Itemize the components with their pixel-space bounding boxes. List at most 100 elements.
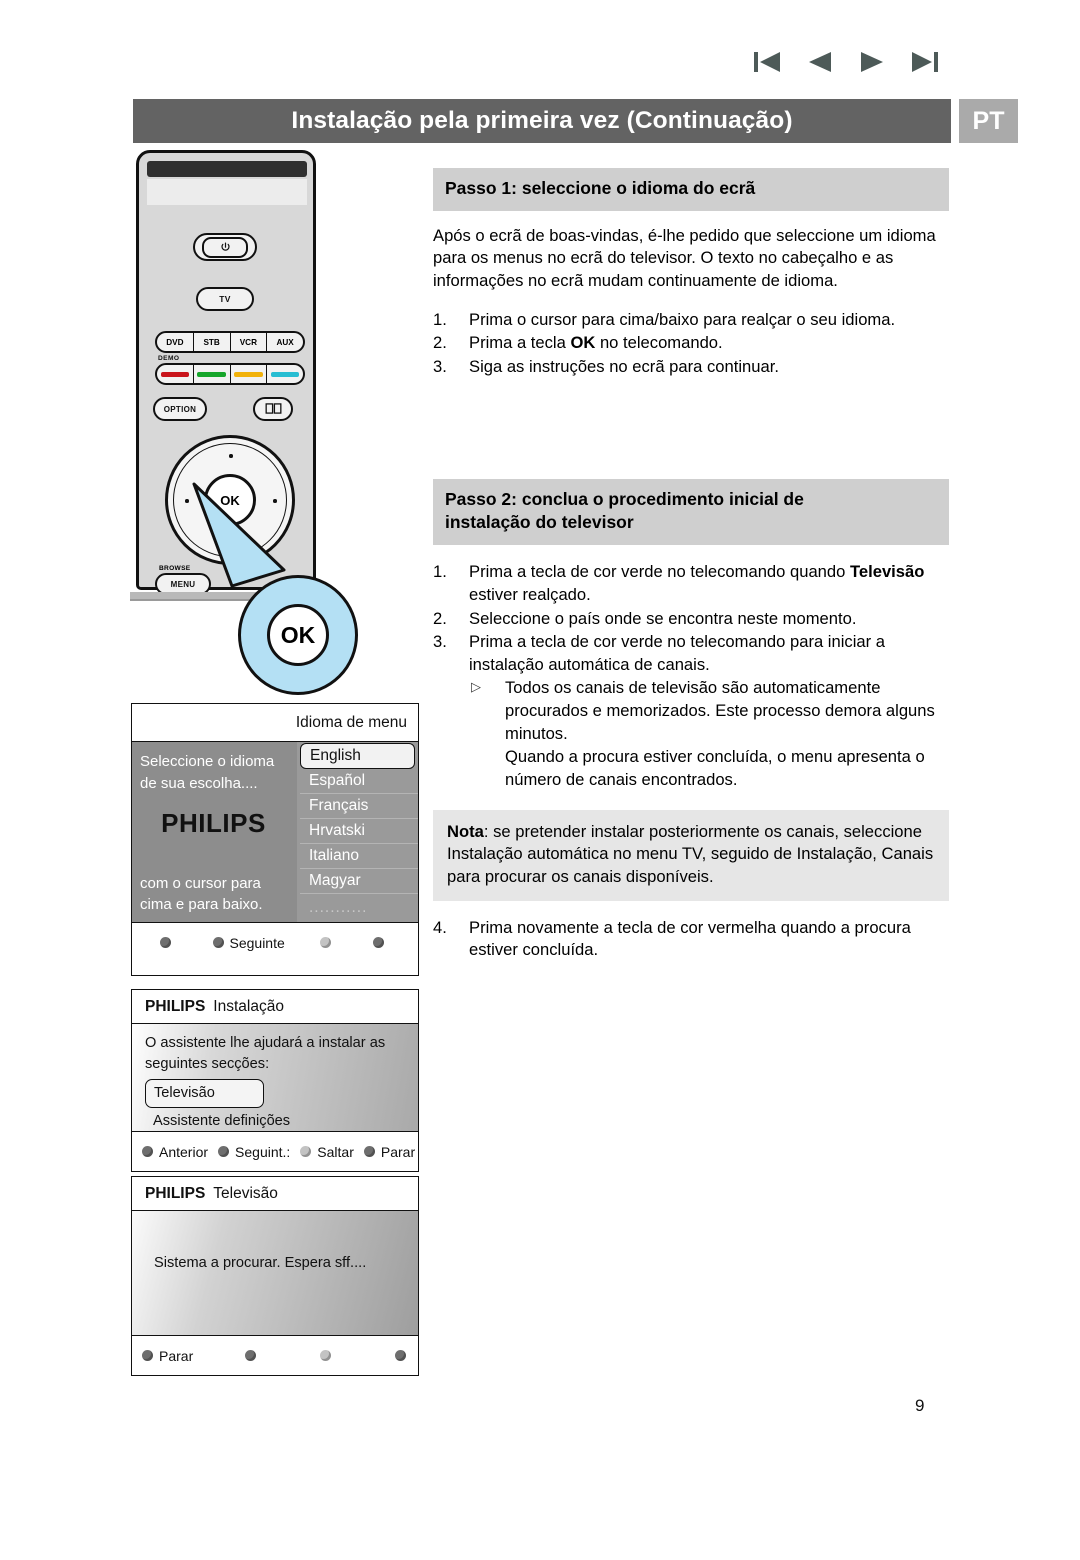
step1-item-3: 3. Siga as instruções no ecrã para conti… (433, 356, 949, 379)
blue-key-dot-icon (395, 1350, 407, 1361)
language-badge-label: PT (972, 106, 1005, 135)
step1-item-2: 2. Prima a tecla OK no telecomando. (433, 332, 949, 355)
tv1-title-bar: Idioma de menu (132, 704, 418, 742)
red-key-dot-icon (142, 1350, 153, 1361)
cyan-color-key[interactable] (267, 365, 303, 383)
step1-paragraph: Após o ecrã de boas-vindas, é-lhe pedido… (433, 225, 936, 291)
remote-ir-window (147, 161, 307, 177)
ok-callout-label: OK (280, 621, 316, 648)
tv3-body: Sistema a procurar. Espera sff.... (132, 1211, 418, 1335)
step2-heading-line2: instalação do televisor (445, 512, 634, 533)
last-page-icon[interactable] (906, 47, 944, 77)
step2-item-4-text: Prima novamente a tecla de cor vermelha … (469, 917, 911, 960)
tv-source-label: TV (219, 294, 231, 304)
tv2-item-assistente[interactable]: Assistente definições (145, 1111, 418, 1132)
step1-item-2-bold: OK (570, 333, 596, 353)
tv1-footer-item-2[interactable]: Seguinte (212, 934, 285, 951)
step2-item-4: 4. Prima novamente a tecla de cor vermel… (433, 917, 949, 962)
vcr-button[interactable]: VCR (231, 333, 268, 351)
tv2-footer-label-2: Seguint.: (235, 1143, 291, 1160)
tv2-brand: PHILIPS (145, 997, 206, 1015)
language-option-english[interactable]: English (300, 743, 415, 769)
note-label: Nota (447, 821, 484, 841)
option-button[interactable]: OPTION (153, 397, 207, 421)
cursor-up-dot[interactable] (229, 454, 233, 458)
red-key-dot-icon (159, 937, 171, 948)
tv2-body-line2: seguintes secções: (145, 1056, 270, 1073)
language-option-italiano[interactable]: Italiano (300, 844, 418, 869)
step2-list: 1. Prima a tecla de cor verde no telecom… (433, 561, 949, 791)
step1-item-2-post: no telecomando. (595, 333, 723, 353)
step2-item-2-text: Seleccione o país onde se encontra neste… (469, 608, 857, 628)
tv1-footer-item-4[interactable] (373, 937, 390, 948)
yellow-color-key[interactable] (231, 365, 268, 383)
tv3-footer-item-3[interactable] (320, 1350, 337, 1361)
tv2-title-bar: PHILIPS Instalação (132, 990, 418, 1024)
stb-button[interactable]: STB (194, 333, 231, 351)
demo-label: DEMO (158, 355, 180, 362)
language-option-espanol[interactable]: Español (300, 769, 418, 794)
tv1-instruction-bottom: com o cursor para cima e para baixo. (140, 873, 263, 917)
step1-item-1-number: 1. (433, 309, 447, 329)
power-button[interactable] (193, 233, 257, 261)
tv2-footer: Anterior Seguint.: Saltar Parar (132, 1131, 418, 1171)
tv3-brand: PHILIPS (145, 1184, 206, 1202)
language-option-hrvatski[interactable]: Hrvatski (300, 819, 418, 844)
first-page-icon[interactable] (748, 47, 786, 77)
previous-page-icon[interactable] (801, 47, 839, 77)
remote-display (147, 179, 307, 205)
blue-key-dot-icon (363, 1146, 375, 1157)
language-option-more[interactable]: ........... (300, 894, 418, 919)
step2-item-2-number: 2. (433, 608, 447, 628)
instructions-column: Passo 1: seleccione o idioma do ecrã Apó… (433, 168, 949, 963)
tv2-footer-item-seguinte[interactable]: Seguint.: (218, 1144, 290, 1160)
tv-source-button[interactable]: TV (196, 287, 254, 311)
page-title: Instalação pela primeira vez (Continuaçã… (291, 107, 793, 134)
step1-item-2-pre: Prima a tecla (469, 333, 571, 353)
step1-item-3-text: Siga as instruções no ecrã para continua… (469, 357, 779, 376)
tv1-instruction-line4: cima e para baixo. (140, 896, 263, 914)
tv3-footer-item-2[interactable] (245, 1350, 262, 1361)
green-key-dot-icon (245, 1350, 257, 1361)
tv2-footer-label-3: Saltar (317, 1143, 354, 1160)
tv1-instruction-line2: de sua escolha.... (140, 774, 258, 792)
dvd-button[interactable]: DVD (157, 333, 194, 351)
tv2-selected-item-televisao[interactable]: Televisão (145, 1079, 264, 1109)
step1-item-1-text: Prima o cursor para cima/baixo para real… (469, 309, 896, 329)
tv2-footer-item-anterior[interactable]: Anterior (142, 1144, 208, 1160)
note-box: Nota: se pretender instalar posteriormen… (433, 809, 949, 901)
step1-item-3-number: 3. (433, 357, 447, 376)
tv3-footer-item-parar[interactable]: Parar (142, 1348, 193, 1364)
next-page-icon[interactable] (853, 47, 891, 77)
tv1-title: Idioma de menu (295, 713, 407, 731)
source-button-row: DVD STB VCR AUX (155, 331, 305, 353)
tv2-body: O assistente lhe ajudará a instalar as s… (132, 1024, 418, 1131)
tv1-footer-item-1[interactable] (159, 937, 177, 948)
tv2-footer-item-saltar[interactable]: Saltar (300, 1144, 354, 1160)
step2-item-1-bold: Televisão (849, 562, 925, 582)
green-key-dot-icon (218, 1146, 230, 1157)
step2-item-3-text: Prima a tecla de cor verde no telecomand… (469, 632, 885, 674)
red-color-key[interactable] (157, 365, 194, 383)
tv1-footer-item-3[interactable] (320, 937, 337, 948)
step2-item-1-number: 1. (433, 562, 447, 582)
tv2-footer-item-parar[interactable]: Parar (363, 1144, 415, 1160)
page-navigation-bar (748, 44, 944, 80)
tv3-footer-item-4[interactable] (395, 1350, 412, 1361)
ok-callout: OK (238, 575, 358, 695)
page-number: 9 (915, 1396, 925, 1415)
tv1-instruction-line3: com o cursor para (140, 874, 261, 892)
tv1-footer-label-2: Seguinte (229, 934, 285, 951)
language-option-magyar[interactable]: Magyar (300, 869, 418, 894)
language-option-francais[interactable]: Français (300, 794, 418, 819)
tv1-left-pane: Seleccione o idioma de sua escolha.... P… (132, 742, 297, 922)
aux-button[interactable]: AUX (267, 333, 303, 351)
step2-heading-line1: Passo 2: conclua o procedimento inicial … (445, 488, 804, 509)
green-key-dot-icon (212, 937, 224, 948)
green-color-key[interactable] (194, 365, 231, 383)
browse-label: BROWSE (159, 565, 191, 572)
tv-searching-screenshot: PHILIPS Televisão Sistema a procurar. Es… (131, 1176, 419, 1376)
step2-subitem-1: ▷ Todos os canais de televisão são autom… (469, 677, 949, 745)
teletext-button[interactable] (253, 397, 293, 421)
language-badge: PT (959, 99, 1018, 143)
